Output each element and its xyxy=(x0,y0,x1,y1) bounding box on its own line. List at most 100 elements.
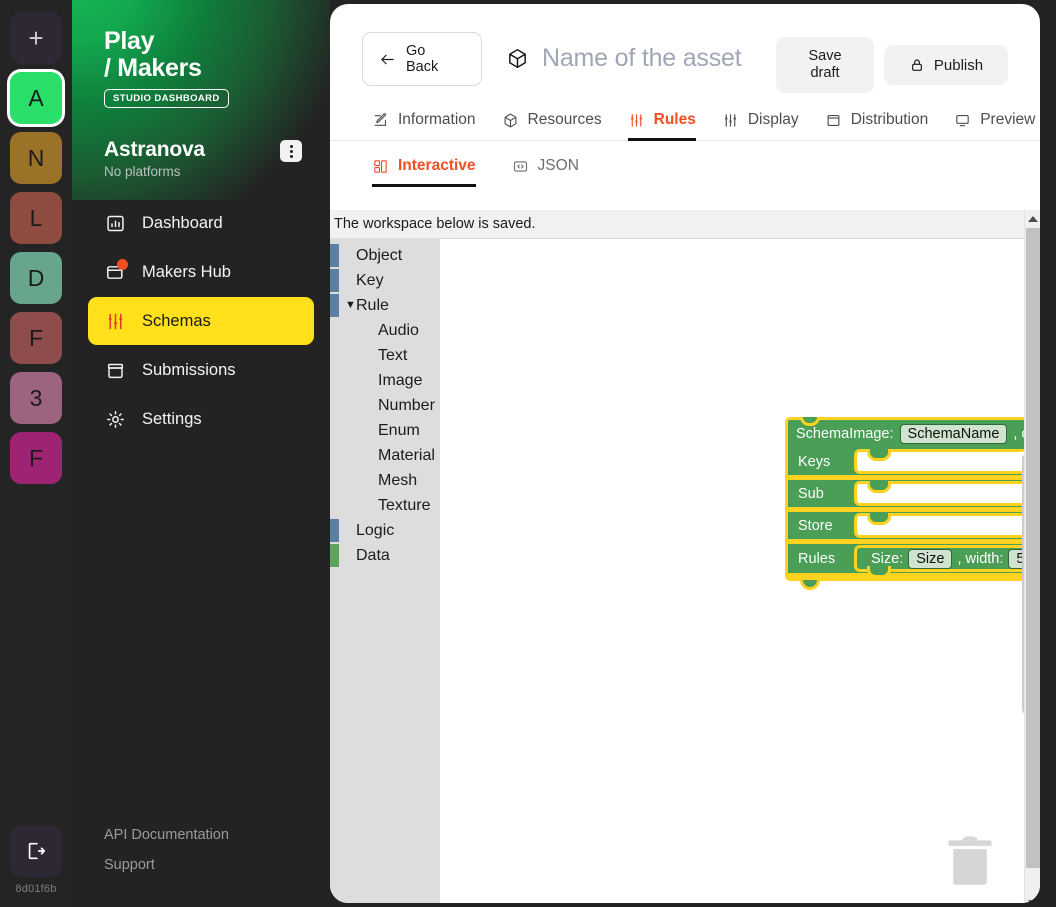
toolbox-item-material[interactable]: Material xyxy=(330,443,440,468)
panel-header: Go Back Name of the asset Save draft Pub… xyxy=(330,4,1040,93)
save-draft-line-2: draft xyxy=(810,65,840,81)
sidebar-item-label: Submissions xyxy=(142,360,236,379)
rail-tile-a-0[interactable]: A xyxy=(10,72,62,124)
sidebar-item-makers-hub[interactable]: Makers Hub xyxy=(88,248,314,296)
tab-json[interactable]: JSON xyxy=(512,157,579,187)
toolbox-item-number[interactable]: Number xyxy=(330,393,440,418)
rail-tile-f-4[interactable]: F xyxy=(10,312,62,364)
save-draft-button[interactable]: Save draft xyxy=(776,37,874,93)
block-empty-slot[interactable] xyxy=(854,481,1040,506)
schema-image-block[interactable]: SchemaImage: SchemaName , comment: Added… xyxy=(785,417,1040,590)
rail-tile-d-3[interactable]: D xyxy=(10,252,62,304)
go-back-line-2: Back xyxy=(406,59,439,75)
org-subtitle: No platforms xyxy=(104,164,181,179)
asset-title-group[interactable]: Name of the asset xyxy=(506,44,742,73)
asset-name-input[interactable]: Name of the asset xyxy=(542,44,742,73)
rail-tile-3-5[interactable]: 3 xyxy=(10,372,62,424)
rail-tile-letter: F xyxy=(28,444,44,471)
link-api-documentation[interactable]: API Documentation xyxy=(104,827,229,843)
go-back-button[interactable]: Go Back xyxy=(362,32,482,86)
trash-icon[interactable] xyxy=(944,833,996,889)
brand-line-1: Play xyxy=(104,27,155,55)
rail-tile-n-1[interactable]: N xyxy=(10,132,62,184)
sidebar-item-label: Dashboard xyxy=(142,213,223,232)
rail-tile-letter: L xyxy=(29,204,43,231)
toolbox-item-label: Audio xyxy=(378,321,419,339)
sidebar-item-schemas[interactable]: Schemas xyxy=(88,297,314,345)
toolbox-color-chip xyxy=(330,244,339,267)
rail-tile-letter: F xyxy=(28,324,44,351)
tab-label: Information xyxy=(398,111,476,128)
tab-resources[interactable]: Resources xyxy=(502,111,602,140)
sidebar-item-submissions[interactable]: Submissions xyxy=(88,346,314,394)
go-back-label: Go Back xyxy=(406,43,438,75)
toolbox-item-texture[interactable]: Texture xyxy=(330,493,440,518)
tab-label: Resources xyxy=(527,111,602,128)
blockly-toolbox: Object Key ▼ Rule Audio Text Image Number Enum Ma… xyxy=(330,239,440,903)
save-draft-label: Save draft xyxy=(808,48,841,83)
tab-display[interactable]: Display xyxy=(722,111,799,140)
toolbox-item-rule[interactable]: ▼ Rule xyxy=(330,293,440,318)
go-back-line-1: Go xyxy=(406,42,426,59)
tab-information[interactable]: Information xyxy=(372,111,476,140)
add-workspace-button[interactable]: + xyxy=(10,12,62,64)
sidebar-item-dashboard[interactable]: Dashboard xyxy=(88,199,314,247)
pencil-square-icon xyxy=(372,112,389,129)
tab-interactive[interactable]: Interactive xyxy=(372,157,476,187)
org-menu-button[interactable] xyxy=(280,140,302,162)
arrow-left-icon xyxy=(381,54,394,64)
tab-label: Interactive xyxy=(398,157,476,174)
toolbox-item-mesh[interactable]: Mesh xyxy=(330,468,440,493)
tab-distribution[interactable]: Distribution xyxy=(825,111,928,140)
scroll-up-arrow[interactable] xyxy=(1025,210,1040,227)
gear-icon xyxy=(104,408,126,430)
block-input-row-sub: Sub xyxy=(788,480,1040,507)
block-empty-slot[interactable] xyxy=(854,449,1040,474)
toolbox-color-chip xyxy=(330,544,339,567)
rail-tile-letter: 3 xyxy=(29,384,43,411)
toolbox-item-logic[interactable]: Logic xyxy=(330,518,440,543)
tab-label: JSON xyxy=(537,157,579,174)
toolbox-item-image[interactable]: Image xyxy=(330,368,440,393)
size-rule-block[interactable]: Size:Size, width:512, height:512 xyxy=(854,545,1040,578)
size-field[interactable]: Size xyxy=(908,548,953,569)
lock-icon xyxy=(911,59,922,71)
code-icon xyxy=(512,158,529,175)
archive-box-icon xyxy=(104,359,126,381)
toolbox-item-key[interactable]: Key xyxy=(330,268,440,293)
toolbox-item-data[interactable]: Data xyxy=(330,543,440,568)
sidebar-item-settings[interactable]: Settings xyxy=(88,395,314,443)
toolbox-item-label: Mesh xyxy=(378,471,418,489)
toolbox-item-audio[interactable]: Audio xyxy=(330,318,440,343)
tab-preview[interactable]: Preview xyxy=(954,111,1035,140)
rail-tile-f-6[interactable]: F xyxy=(10,432,62,484)
toolbox-color-chip xyxy=(330,269,339,292)
scroll-down-arrow[interactable] xyxy=(1025,894,1040,903)
toolbox-item-label: Number xyxy=(378,396,435,414)
blockly-workspace: The workspace below is saved. Object Key ▼… xyxy=(330,210,1040,903)
toolbox-item-enum[interactable]: Enum xyxy=(330,418,440,443)
sidebar: Play / Makers STUDIO DASHBOARD Astranova… xyxy=(72,0,330,907)
page-scroll-thumb[interactable] xyxy=(1026,228,1040,868)
publish-button[interactable]: Publish xyxy=(884,45,1008,85)
rail-tile-l-2[interactable]: L xyxy=(10,192,62,244)
chevron-down-icon: ▼ xyxy=(345,299,356,311)
block-header-row: SchemaImage: SchemaName , comment: Added… xyxy=(788,420,1040,448)
link-support[interactable]: Support xyxy=(104,857,229,873)
block-field-name[interactable]: SchemaName xyxy=(899,424,1008,444)
toolbox-item-text[interactable]: Text xyxy=(330,343,440,368)
block-body: SchemaImage: SchemaName , comment: Added… xyxy=(785,417,1040,590)
tab-rules[interactable]: Rules xyxy=(627,111,697,141)
window-icon xyxy=(104,259,128,283)
tab-label: Preview xyxy=(980,111,1036,128)
logout-button[interactable] xyxy=(10,825,62,877)
block-row-divider xyxy=(788,573,1040,578)
toolbox-item-object[interactable]: Object xyxy=(330,243,440,268)
blockly-canvas[interactable]: SchemaImage: SchemaName , comment: Added… xyxy=(440,239,1040,903)
toolbox-item-label: Text xyxy=(378,346,408,364)
page-scrollbar[interactable] xyxy=(1024,210,1040,903)
block-empty-slot[interactable] xyxy=(854,513,1040,538)
toolbox-item-label: Logic xyxy=(356,521,395,539)
org-info: Astranova No platforms xyxy=(104,138,205,179)
block-rows: Keys Sub Store Rules Size:Size, width:512, h… xyxy=(788,448,1040,578)
